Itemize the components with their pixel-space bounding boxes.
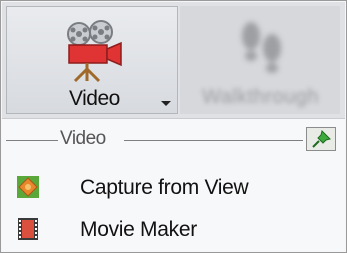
chevron-down-icon[interactable] — [161, 101, 171, 106]
video-dropdown-panel: Video Capture from View Movie Maker — [2, 119, 345, 251]
menu-item-label: Capture from View — [80, 176, 249, 199]
menu-item-label: Movie Maker — [80, 218, 197, 241]
capture-view-icon — [17, 176, 39, 198]
section-title: Video — [60, 128, 106, 149]
walkthrough-button-label: Walkthrough — [202, 86, 320, 108]
footprints-icon — [242, 22, 281, 73]
film-camera-icon — [67, 20, 122, 83]
walkthrough-button[interactable]: Walkthrough — [180, 6, 340, 114]
video-button-label: Video — [69, 87, 120, 110]
divider — [124, 140, 303, 141]
video-dropdown-window: Video Walkthrough Video Capture from Vie… — [0, 0, 347, 253]
menu-item-movie-maker[interactable]: Movie Maker — [2, 211, 345, 249]
video-split-button[interactable]: Video — [6, 6, 178, 114]
menu-item-capture-from-view[interactable]: Capture from View — [2, 169, 345, 207]
section-header: Video — [2, 125, 345, 153]
divider — [6, 140, 58, 141]
ribbon-bar: Video Walkthrough — [2, 2, 345, 119]
film-strip-icon — [18, 218, 38, 240]
pin-icon — [312, 130, 331, 148]
pin-button[interactable] — [306, 127, 336, 151]
